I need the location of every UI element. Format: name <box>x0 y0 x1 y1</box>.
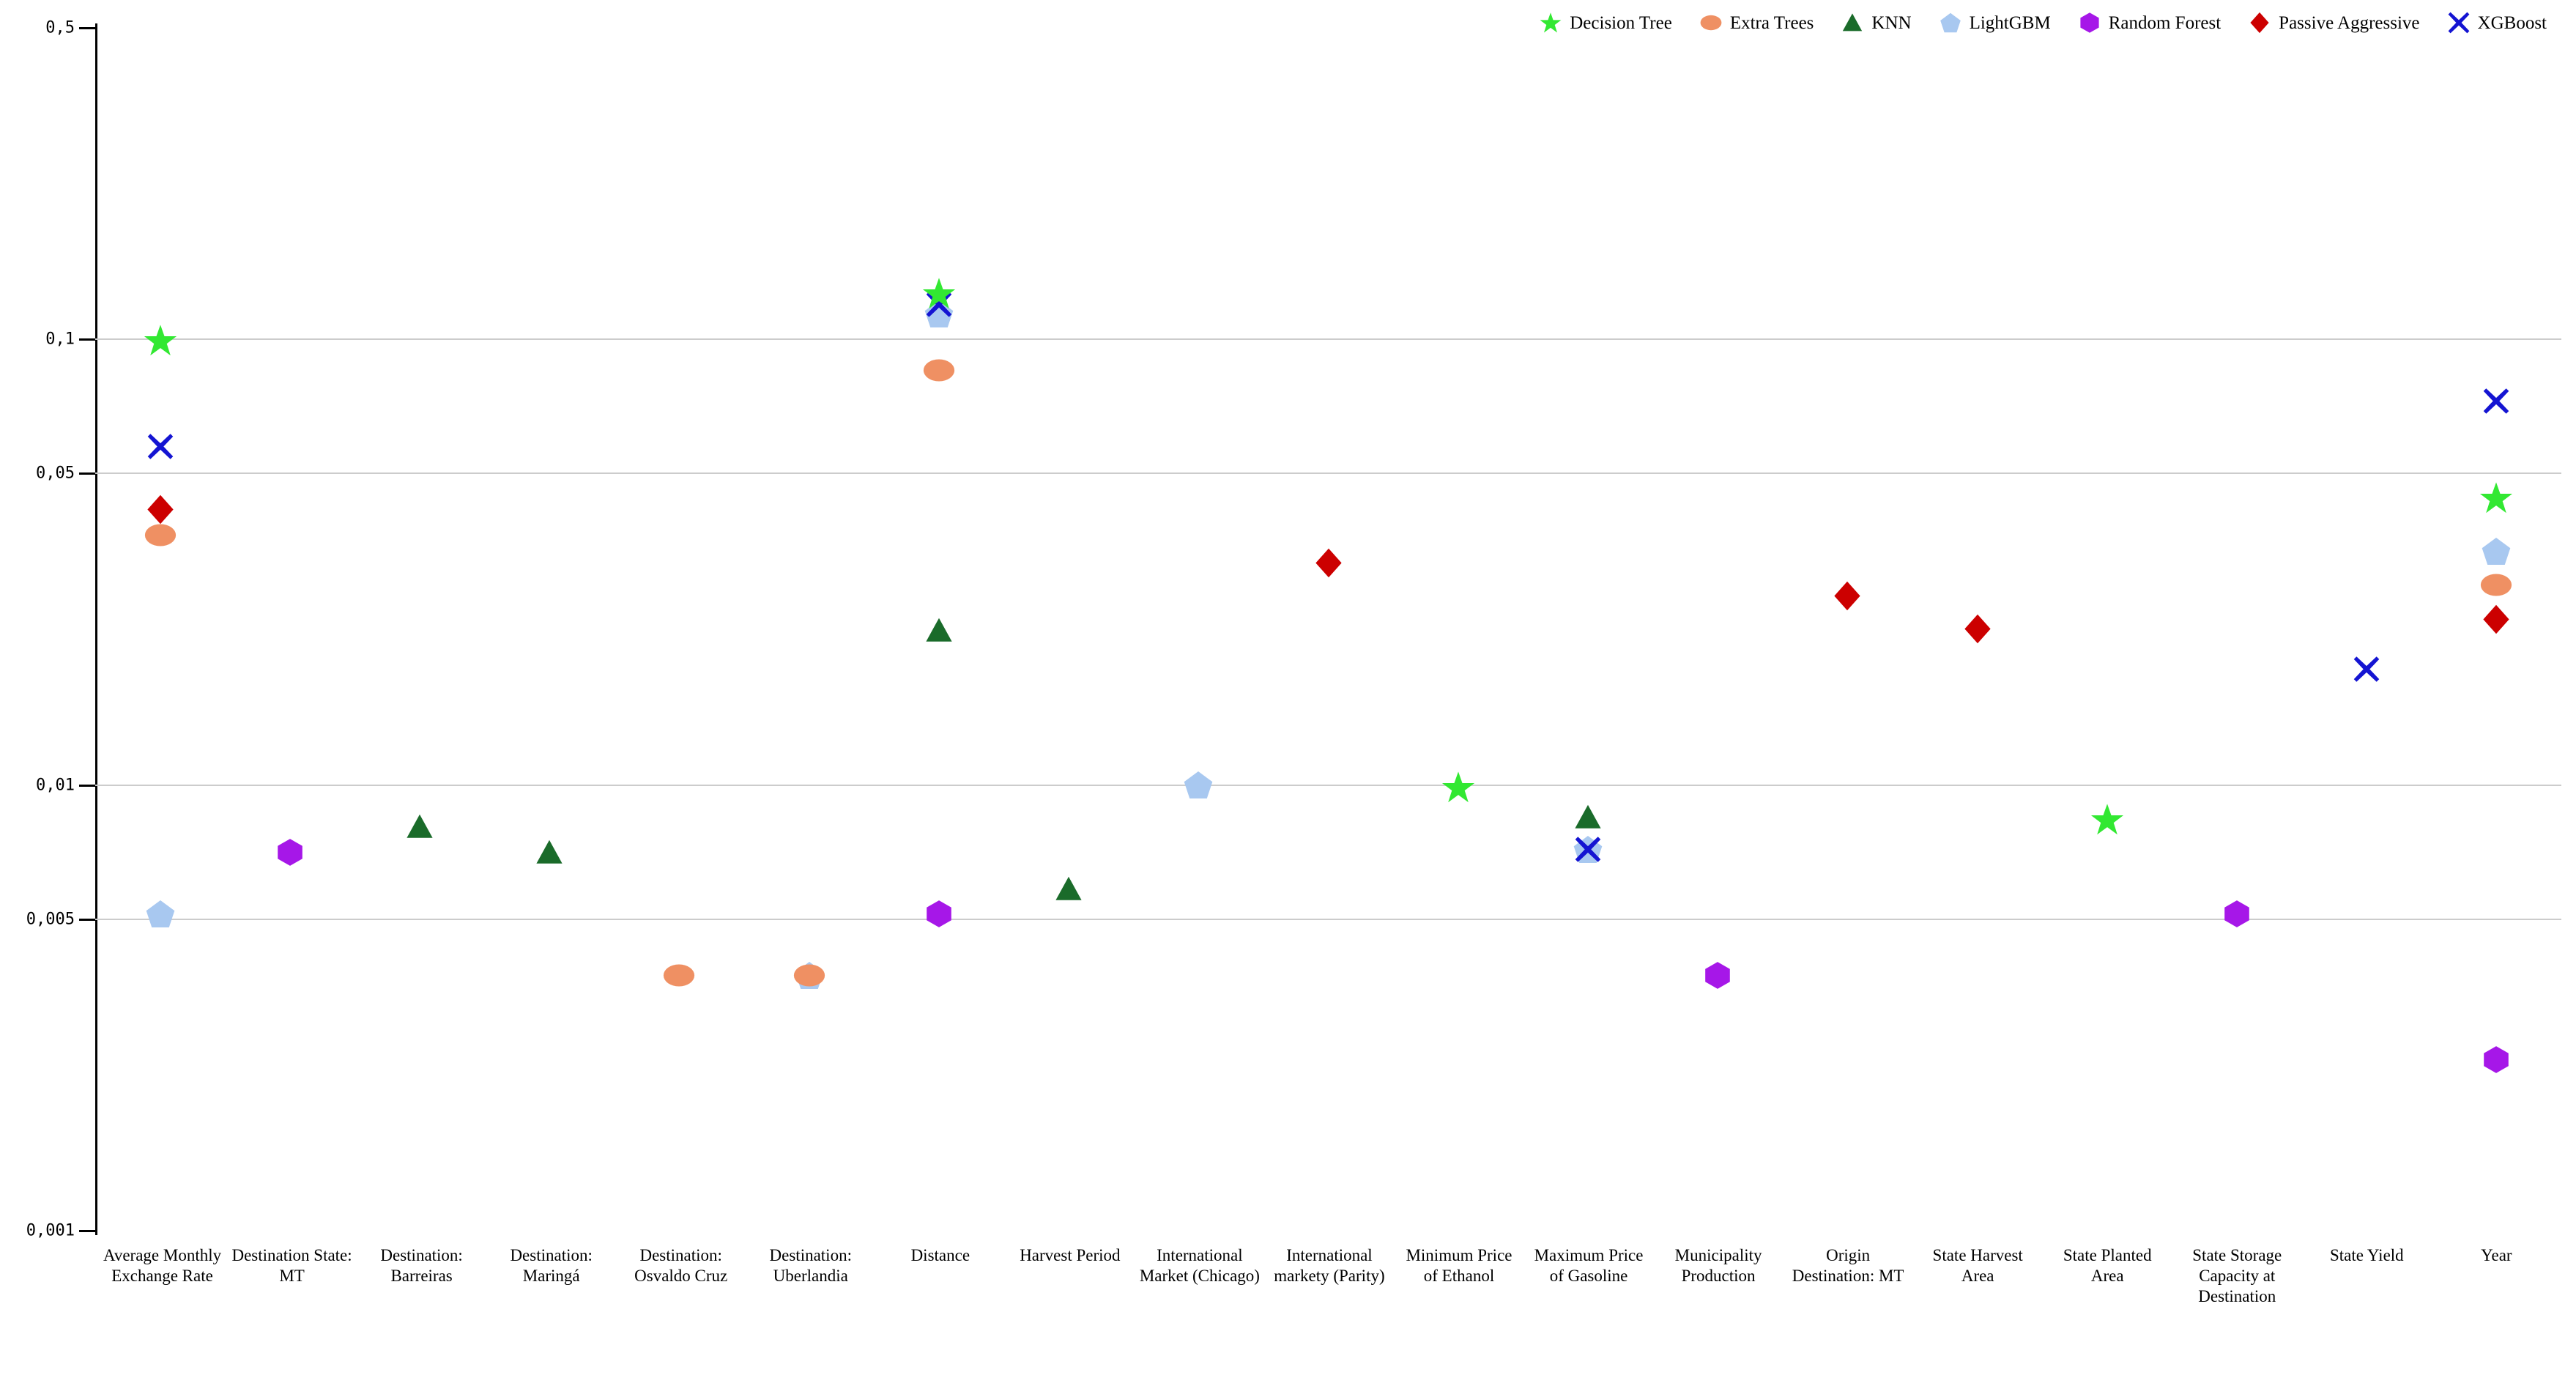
y-axis-tick-label: 0,5 <box>45 18 75 37</box>
x-axis-category-label: State Storage Capacity at Destination <box>2192 1246 2282 1306</box>
x-axis-category-label: State Harvest Area <box>1932 1246 2023 1286</box>
data-point-passive-aggressive[interactable] <box>1962 613 1993 648</box>
x-axis-category-label: Destination: Osvaldo Cruz <box>634 1246 728 1286</box>
data-point-xgboost[interactable] <box>1575 837 1601 867</box>
data-point-xgboost[interactable] <box>147 433 174 463</box>
data-point-extra-trees[interactable] <box>2480 569 2512 605</box>
y-axis-tick-label: 0,001 <box>26 1221 75 1240</box>
x-axis-category-label: Year <box>2481 1246 2512 1264</box>
x-axis-category-label: Destination State: MT <box>231 1246 352 1286</box>
y-axis-tick <box>79 338 95 341</box>
gridline <box>95 338 2561 341</box>
data-point-lightgbm[interactable] <box>2481 535 2512 570</box>
data-point-passive-aggressive[interactable] <box>145 494 176 528</box>
data-point-extra-trees[interactable] <box>793 960 825 996</box>
x-axis-category-label: Municipality Production <box>1674 1246 1762 1286</box>
gridline <box>95 784 2561 786</box>
data-point-decision-tree[interactable] <box>922 277 956 314</box>
x-axis-category-label: State Planted Area <box>2063 1246 2152 1286</box>
y-axis-tick <box>79 27 95 29</box>
x-axis-category-label: Destination: Uberlandia <box>769 1246 852 1286</box>
data-point-decision-tree[interactable] <box>2479 481 2513 518</box>
y-axis-tick-label: 0,005 <box>26 910 75 929</box>
gridline <box>95 918 2561 920</box>
data-point-extra-trees[interactable] <box>923 354 955 390</box>
plot-area: 0,5 0,1 0,05 0,01 0,005 0,001 <box>26 19 2561 1240</box>
data-point-extra-trees[interactable] <box>663 960 695 996</box>
data-point-passive-aggressive[interactable] <box>2481 604 2512 639</box>
data-point-passive-aggressive[interactable] <box>1313 547 1344 582</box>
data-point-knn[interactable] <box>535 837 564 870</box>
x-axis-category-label: Maximum Price of Gasoline <box>1534 1246 1644 1286</box>
data-point-random-forest[interactable] <box>2482 1045 2511 1078</box>
y-axis-tick <box>79 472 95 475</box>
data-point-lightgbm[interactable] <box>145 898 176 933</box>
x-axis-labels: Average Monthly Exchange Rate Destination… <box>97 1245 2561 1375</box>
y-axis-tick-label: 0,05 <box>36 464 75 483</box>
y-axis-tick-label: 0,1 <box>45 330 75 349</box>
data-point-decision-tree[interactable] <box>2090 802 2124 840</box>
data-point-xgboost[interactable] <box>2483 388 2509 418</box>
data-point-knn[interactable] <box>1054 874 1083 907</box>
y-axis-tick-label: 0,01 <box>36 776 75 795</box>
y-axis-tick <box>79 784 95 787</box>
data-point-decision-tree[interactable] <box>1441 770 1475 807</box>
gridline <box>95 472 2561 475</box>
y-axis-tick <box>79 1230 95 1232</box>
x-axis-category-label: International markety (Parity) <box>1274 1246 1385 1286</box>
x-axis-category-label: Origin Destination: MT <box>1792 1246 1904 1286</box>
y-axis-tick <box>79 918 95 921</box>
data-point-passive-aggressive[interactable] <box>1832 581 1863 615</box>
x-axis-category-label: International Market (Chicago) <box>1139 1246 1260 1286</box>
x-axis-category-label: State Yield <box>2329 1246 2404 1264</box>
data-point-knn[interactable] <box>405 812 434 845</box>
data-point-random-forest[interactable] <box>1703 961 1732 994</box>
x-axis-category-label: Harvest Period <box>1020 1246 1121 1264</box>
x-axis-category-label: Destination: Barreiras <box>380 1246 463 1286</box>
data-point-knn[interactable] <box>924 616 954 649</box>
x-axis-category-label: Distance <box>910 1246 970 1264</box>
data-point-xgboost[interactable] <box>2353 656 2380 686</box>
data-point-knn[interactable] <box>1573 802 1603 835</box>
data-point-random-forest[interactable] <box>2222 899 2252 932</box>
x-axis-category-label: Minimum Price of Ethanol <box>1406 1246 1512 1286</box>
data-point-random-forest[interactable] <box>924 899 954 932</box>
data-point-lightgbm[interactable] <box>1183 770 1214 804</box>
data-point-decision-tree[interactable] <box>144 324 177 361</box>
data-point-random-forest[interactable] <box>275 837 305 870</box>
x-axis-category-label: Destination: Maringá <box>510 1246 593 1286</box>
x-axis-category-label: Average Monthly Exchange Rate <box>103 1246 222 1286</box>
